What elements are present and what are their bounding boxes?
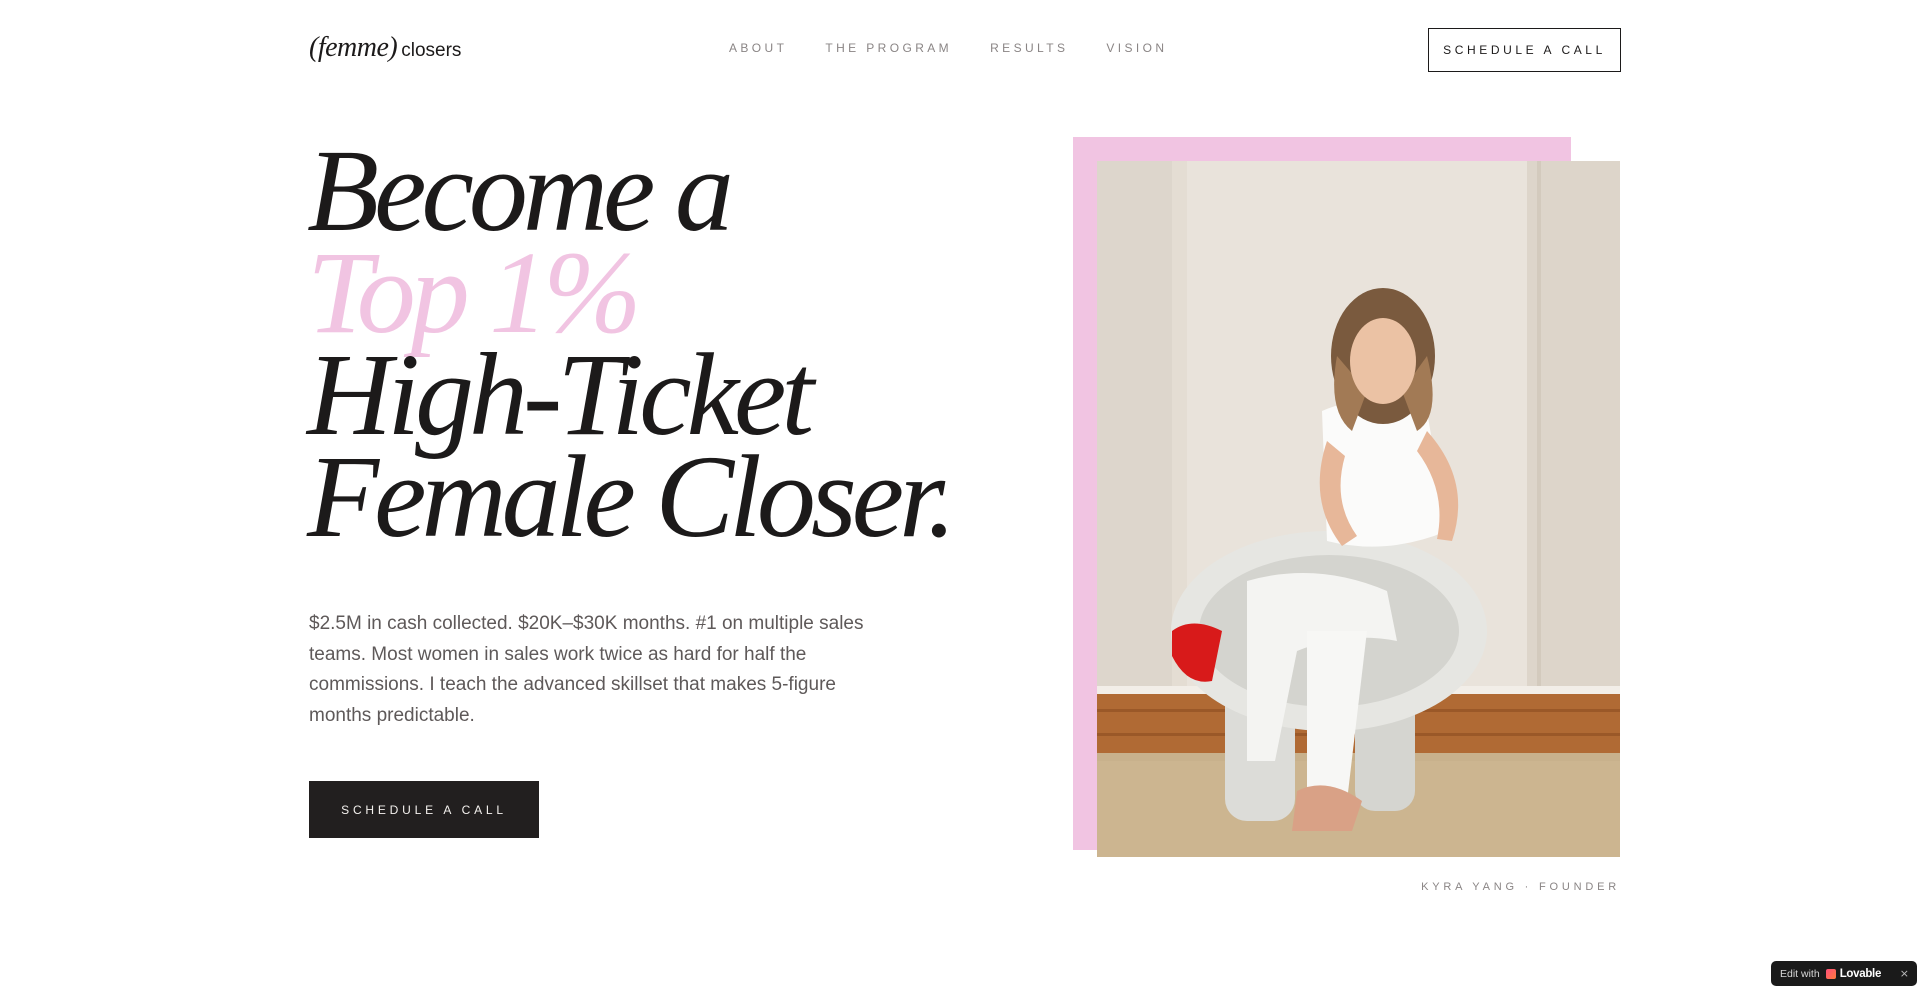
close-icon[interactable]: × (1900, 967, 1909, 980)
badge-brand-text: Lovable (1839, 967, 1882, 980)
nav-item-vision[interactable]: VISION (1106, 41, 1167, 55)
brand-logo[interactable]: (femme) closers (309, 32, 461, 64)
badge-prefix-text: Edit with (1780, 967, 1820, 980)
site-header: (femme) closers ABOUT THE PROGRAM RESULT… (0, 0, 1920, 98)
founder-photo (1097, 161, 1620, 857)
logo-italic-text: (femme) (309, 32, 398, 63)
photo-caption: KYRA YANG · FOUNDER (1421, 881, 1620, 893)
hero-title-line-4: Female Closer. (307, 431, 956, 562)
edit-with-lovable-badge[interactable]: Edit with Lovable × (1771, 961, 1917, 986)
header-schedule-call-button[interactable]: SCHEDULE A CALL (1428, 28, 1621, 72)
main-nav: ABOUT THE PROGRAM RESULTS VISION (729, 41, 1205, 55)
hero-schedule-call-button[interactable]: SCHEDULE A CALL (309, 781, 539, 838)
lovable-heart-icon (1825, 968, 1836, 979)
nav-item-the-program[interactable]: THE PROGRAM (825, 41, 952, 55)
nav-item-about[interactable]: ABOUT (729, 41, 787, 55)
nav-item-results[interactable]: RESULTS (990, 41, 1068, 55)
hero-title: Become a Top 1% High-Ticket Female Close… (307, 132, 956, 562)
hero-description: $2.5M in cash collected. $20K–$30K month… (309, 613, 864, 726)
logo-plain-text: closers (401, 40, 462, 61)
